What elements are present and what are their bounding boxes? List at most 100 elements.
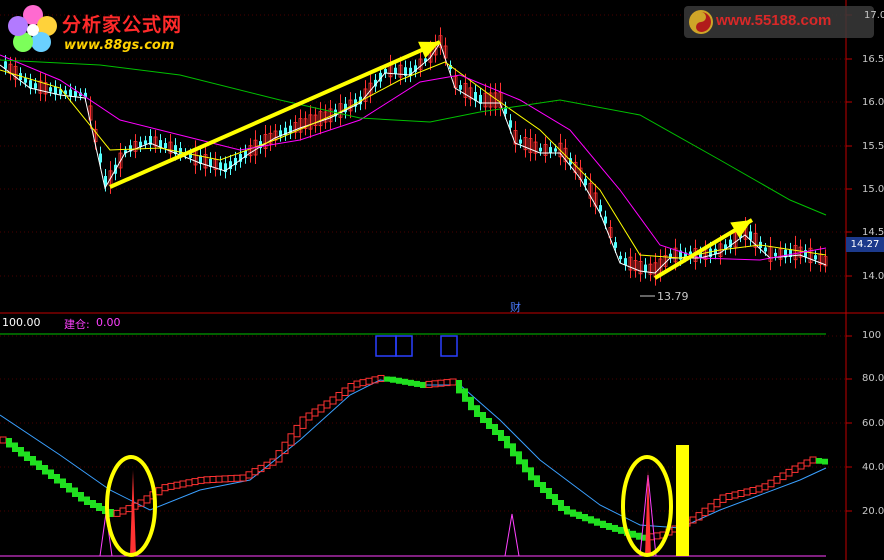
k-step-up: [341, 387, 349, 396]
indicator-d-line: [0, 379, 827, 529]
k-step-down: [402, 378, 408, 385]
k-step-down: [12, 442, 18, 452]
k-step-down: [498, 430, 504, 441]
uptrend-arrow-shaft: [109, 40, 441, 189]
brand-name: 分析家公式网: [62, 14, 183, 36]
k-step-down: [6, 438, 12, 448]
ma20-line: [0, 54, 827, 261]
k-step-up: [233, 474, 241, 482]
candle-body: [74, 91, 77, 97]
k-step-up: [449, 378, 457, 386]
k-step-up: [353, 380, 361, 388]
k-step-down: [534, 475, 540, 487]
price-tick-17-0: 17.0: [864, 10, 884, 21]
k-step-up: [203, 476, 211, 484]
ind-tick-40: 40.0: [862, 462, 884, 473]
k-step-up: [749, 487, 757, 494]
ind-tick-100: 100: [862, 330, 882, 341]
k-step-down: [390, 376, 396, 383]
k-step-down: [414, 380, 420, 387]
k-step-down: [60, 478, 66, 488]
candle-body: [814, 255, 817, 260]
k-step-down: [492, 424, 498, 435]
k-step-down: [618, 526, 624, 534]
k-step-up: [305, 412, 313, 421]
candle-body: [4, 61, 7, 69]
buy-signal-spike: [130, 470, 136, 556]
k-step-down: [486, 418, 492, 429]
k-step-up: [197, 476, 205, 484]
k-step-up: [287, 433, 295, 446]
signal-box: [395, 335, 413, 357]
low-price-marker: 13.79: [657, 290, 689, 303]
stock-chart[interactable]: 13.79 财: [0, 0, 884, 560]
candle-body: [599, 205, 602, 212]
k-step-up: [245, 471, 253, 479]
k-step-up: [809, 456, 817, 464]
k-step-down: [72, 487, 78, 497]
k-step-down: [822, 458, 828, 465]
k-step-up: [743, 488, 751, 496]
k-step-down: [90, 500, 96, 508]
candle-body: [519, 139, 522, 144]
k-step-up: [209, 476, 217, 483]
k-step-down: [540, 482, 546, 493]
k-step-up: [185, 479, 193, 487]
candle-body: [619, 255, 622, 260]
watermark-logo: www.55188.com: [684, 6, 874, 38]
k-step-up: [221, 475, 229, 483]
event-marker: 财: [510, 300, 521, 314]
k-step-down: [78, 492, 84, 502]
k-step-up: [719, 494, 727, 503]
k-step-up: [725, 493, 733, 500]
k-step-down: [558, 500, 564, 511]
candle-body: [24, 78, 27, 83]
k-step-down: [42, 465, 48, 475]
k-step-down: [522, 459, 528, 473]
k-step-up: [653, 532, 661, 540]
k-step-down: [66, 483, 72, 493]
k-step-up: [167, 482, 175, 490]
k-step-up: [425, 380, 433, 388]
ma60-line: [0, 59, 827, 216]
candle-body: [394, 67, 397, 74]
k-step-up: [317, 404, 325, 413]
candle-body: [509, 120, 512, 128]
candle-body: [614, 242, 617, 248]
k-step-up: [191, 478, 199, 486]
k-step-up: [779, 472, 787, 481]
ma10-line: [0, 61, 827, 259]
k-step-down: [18, 447, 24, 457]
k-step-down: [96, 503, 102, 511]
ind-tick-20: 20.0: [862, 506, 884, 517]
k-step-down: [588, 516, 594, 524]
k-step-up: [179, 480, 187, 488]
k-step-up: [0, 436, 7, 444]
k-step-up: [731, 491, 739, 499]
candle-body: [774, 252, 777, 257]
site-url: www.88gs.com: [64, 38, 175, 53]
k-step-down: [576, 511, 582, 519]
k-step-up: [293, 424, 301, 438]
ma5-line: [0, 41, 827, 274]
k-step-down: [570, 509, 576, 517]
k-step-down: [30, 456, 36, 466]
k-step-up: [155, 487, 163, 496]
k-step-down: [552, 494, 558, 505]
price-tick-14-0: 14.0: [862, 271, 884, 282]
k-step-down: [456, 380, 462, 394]
highlight-bar: [676, 445, 689, 556]
k-step-up: [359, 379, 367, 387]
indicator-value-label: 100.00: [2, 316, 41, 329]
k-step-down: [420, 381, 426, 388]
flower-logo-icon: [8, 5, 57, 52]
k-step-up: [761, 483, 769, 491]
price-tick-14-5: 14.5: [862, 227, 884, 238]
candle-body: [539, 147, 542, 152]
k-step-down: [48, 469, 54, 479]
k-step-down: [636, 532, 642, 540]
k-step-up: [215, 475, 223, 483]
k-step-up: [713, 498, 721, 508]
candle-body: [159, 140, 162, 148]
k-step-up: [329, 396, 337, 405]
